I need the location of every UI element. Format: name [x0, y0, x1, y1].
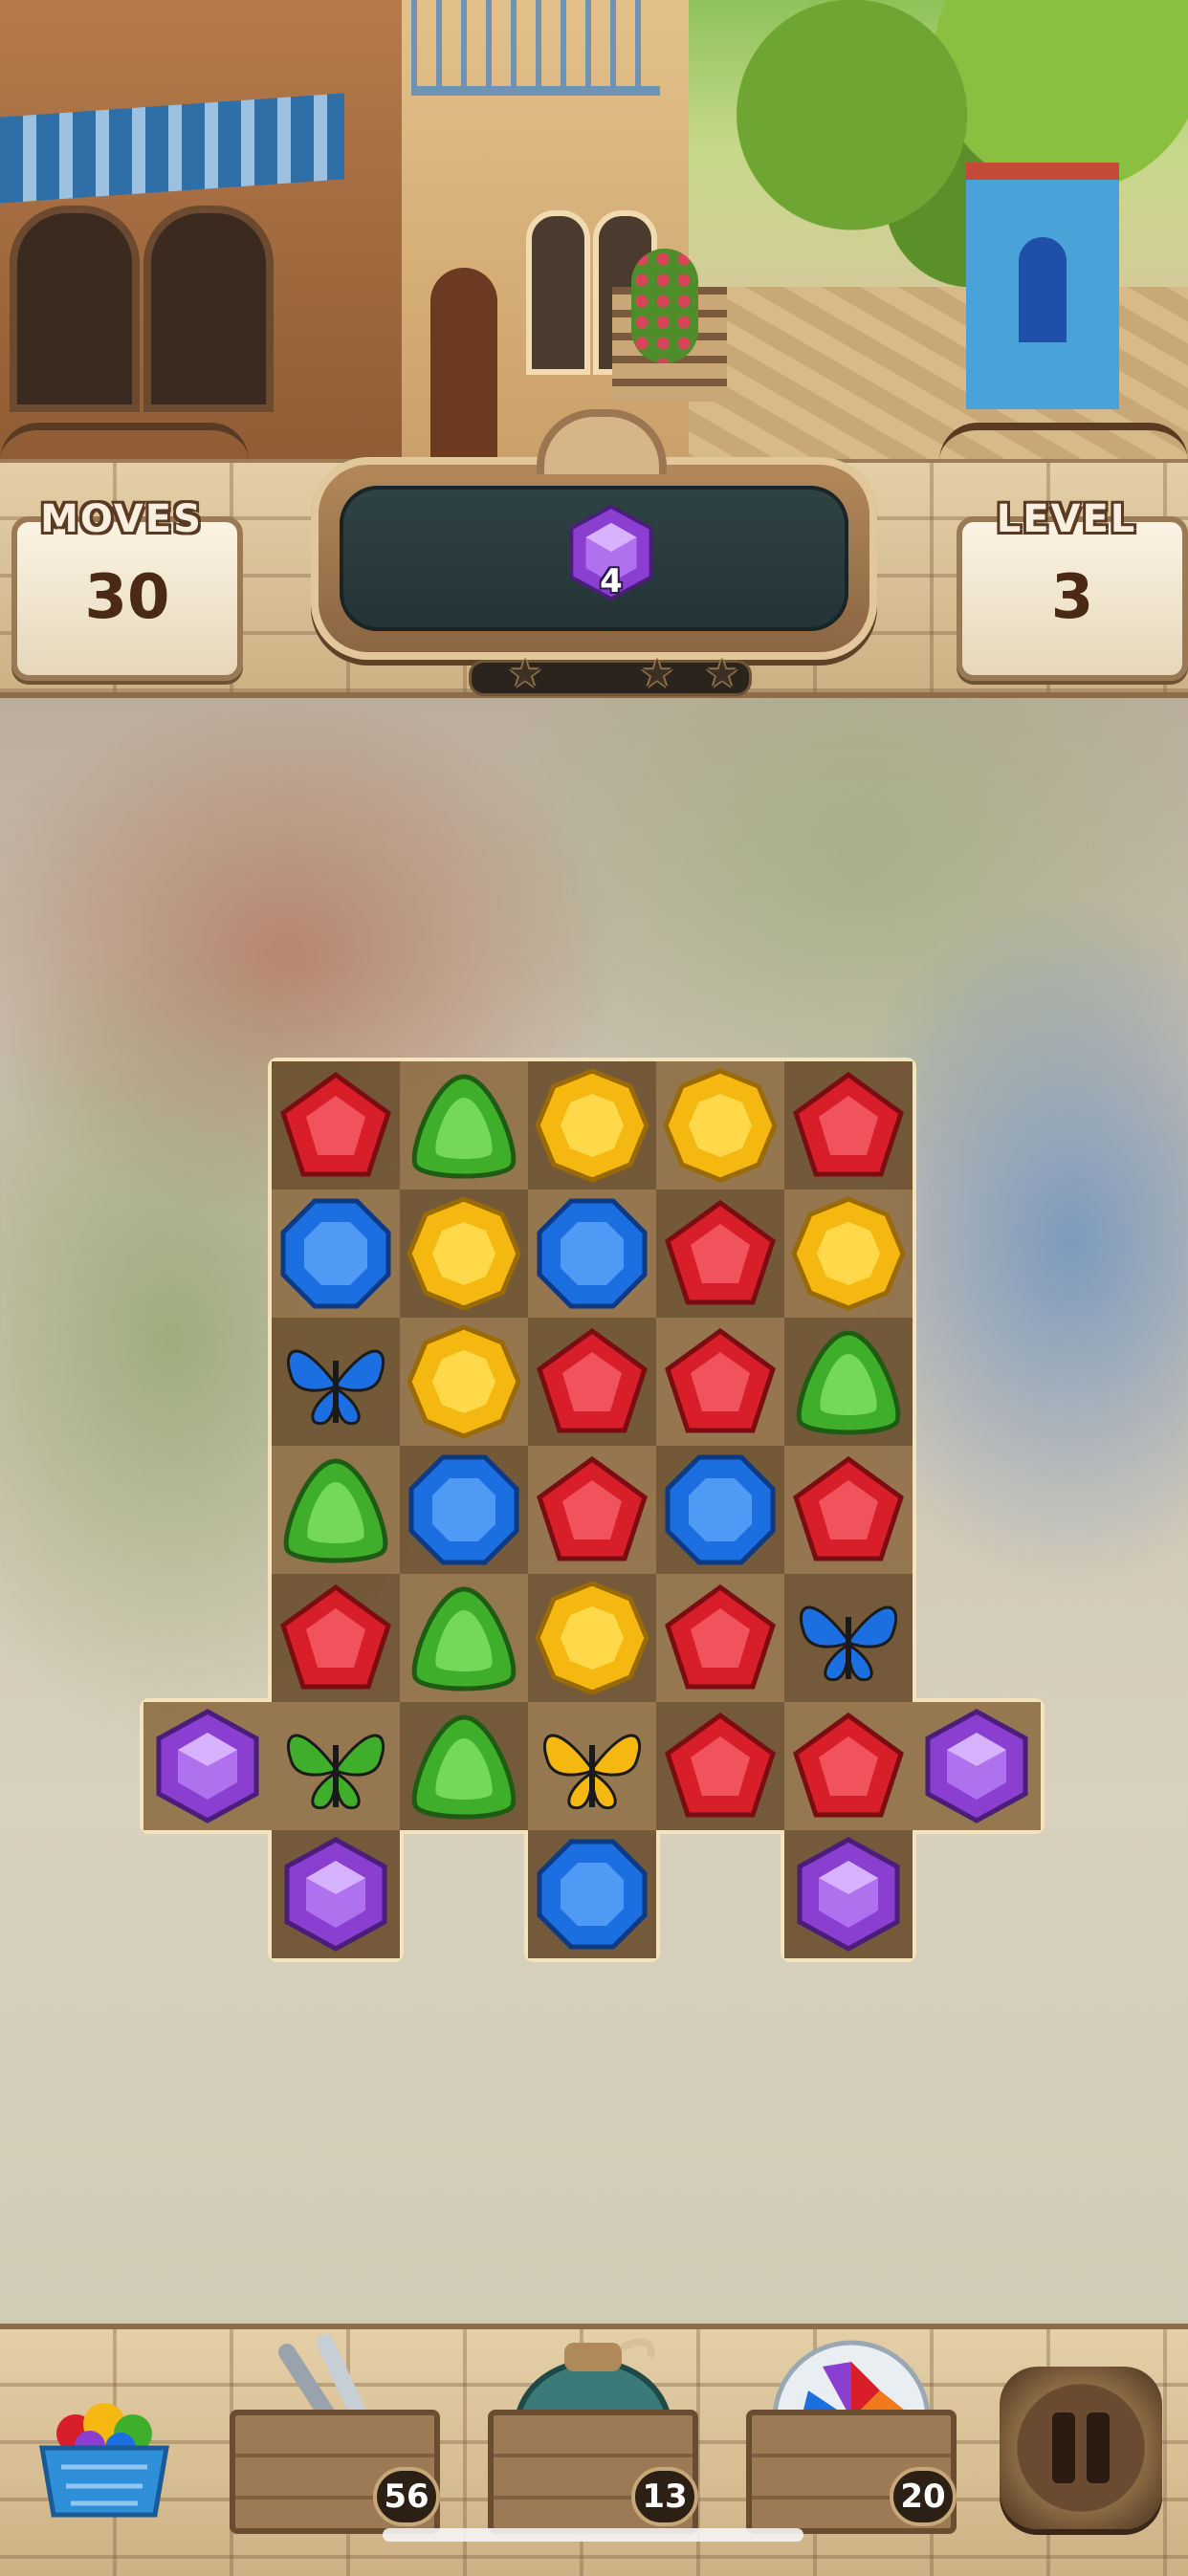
red-gem-tile[interactable]: [272, 1061, 400, 1190]
yellow-gem-tile[interactable]: [400, 1318, 528, 1446]
tongs-booster-button[interactable]: 56: [230, 2334, 440, 2534]
moves-value: 30: [84, 562, 170, 633]
red-gem-tile[interactable]: [272, 1574, 400, 1702]
balcony-railing: [411, 0, 660, 96]
green-gem-tile[interactable]: [400, 1574, 528, 1702]
yellow-gem-tile[interactable]: [400, 1190, 528, 1318]
purple-gem-tile[interactable]: [913, 1702, 1041, 1830]
red-gem-tile[interactable]: [784, 1446, 913, 1574]
goal-panel: 4: [340, 486, 848, 631]
color-orb-count: 20: [890, 2467, 957, 2526]
green-gem-tile[interactable]: [400, 1061, 528, 1190]
butterfly-blue-tile[interactable]: [272, 1318, 400, 1446]
gem-basket-icon: [39, 2403, 169, 2518]
yellow-gem-tile[interactable]: [528, 1574, 656, 1702]
door: [430, 268, 497, 459]
flower-bush: [631, 249, 698, 363]
gem-basket-shop-button[interactable]: [33, 2381, 176, 2524]
yellow-gem-tile[interactable]: [528, 1061, 656, 1190]
color-orb-booster-button[interactable]: 20: [746, 2340, 957, 2534]
star-icon: ★: [508, 652, 542, 696]
blue-gem-tile[interactable]: [528, 1830, 656, 1958]
window: [143, 206, 274, 412]
level-label: LEVEL: [996, 497, 1137, 541]
goal-frame: 4: [311, 409, 877, 660]
red-gem-tile[interactable]: [784, 1702, 913, 1830]
red-gem-tile[interactable]: [528, 1318, 656, 1446]
moves-label: MOVES: [40, 497, 203, 541]
blue-gem-tile[interactable]: [272, 1190, 400, 1318]
star-icon: ★: [705, 652, 739, 696]
green-gem-tile[interactable]: [784, 1318, 913, 1446]
red-gem-tile[interactable]: [656, 1574, 784, 1702]
purple-gem-tile[interactable]: [272, 1830, 400, 1958]
green-gem-tile[interactable]: [400, 1702, 528, 1830]
pause-button[interactable]: [1000, 2367, 1162, 2529]
level-value: 3: [1050, 562, 1094, 633]
butterfly-yellow-tile[interactable]: [528, 1702, 656, 1830]
home-indicator: [383, 2528, 803, 2542]
purple-gem-tile[interactable]: [784, 1830, 913, 1958]
blue-door: [1019, 237, 1067, 342]
red-gem-tile[interactable]: [784, 1061, 913, 1190]
blue-gem-tile[interactable]: [528, 1190, 656, 1318]
star-icon: ★: [640, 652, 674, 696]
star-progress-bar: ★ ★ ★: [469, 655, 752, 696]
arched-window: [526, 210, 590, 375]
goal-count: 4: [600, 562, 623, 600]
red-gem-tile[interactable]: [656, 1702, 784, 1830]
purple-gem-tile[interactable]: [143, 1702, 272, 1830]
window: [10, 206, 140, 412]
blue-gem-tile[interactable]: [656, 1446, 784, 1574]
yellow-gem-tile[interactable]: [784, 1190, 913, 1318]
yellow-gem-tile[interactable]: [656, 1061, 784, 1190]
bomb-jar-booster-button[interactable]: 13: [488, 2338, 698, 2534]
bomb-jar-count: 13: [631, 2467, 698, 2526]
blue-house: [966, 163, 1119, 409]
striped-awning: [0, 93, 344, 204]
butterfly-blue-tile[interactable]: [784, 1574, 913, 1702]
green-gem-tile[interactable]: [272, 1446, 400, 1574]
red-gem-tile[interactable]: [528, 1446, 656, 1574]
tongs-count: 56: [373, 2467, 440, 2526]
blue-gem-tile[interactable]: [400, 1446, 528, 1574]
red-gem-tile[interactable]: [656, 1318, 784, 1446]
red-gem-tile[interactable]: [656, 1190, 784, 1318]
iron-scroll-ornament: [0, 423, 249, 497]
iron-scroll-ornament: [939, 423, 1188, 497]
butterfly-green-tile[interactable]: [272, 1702, 400, 1830]
